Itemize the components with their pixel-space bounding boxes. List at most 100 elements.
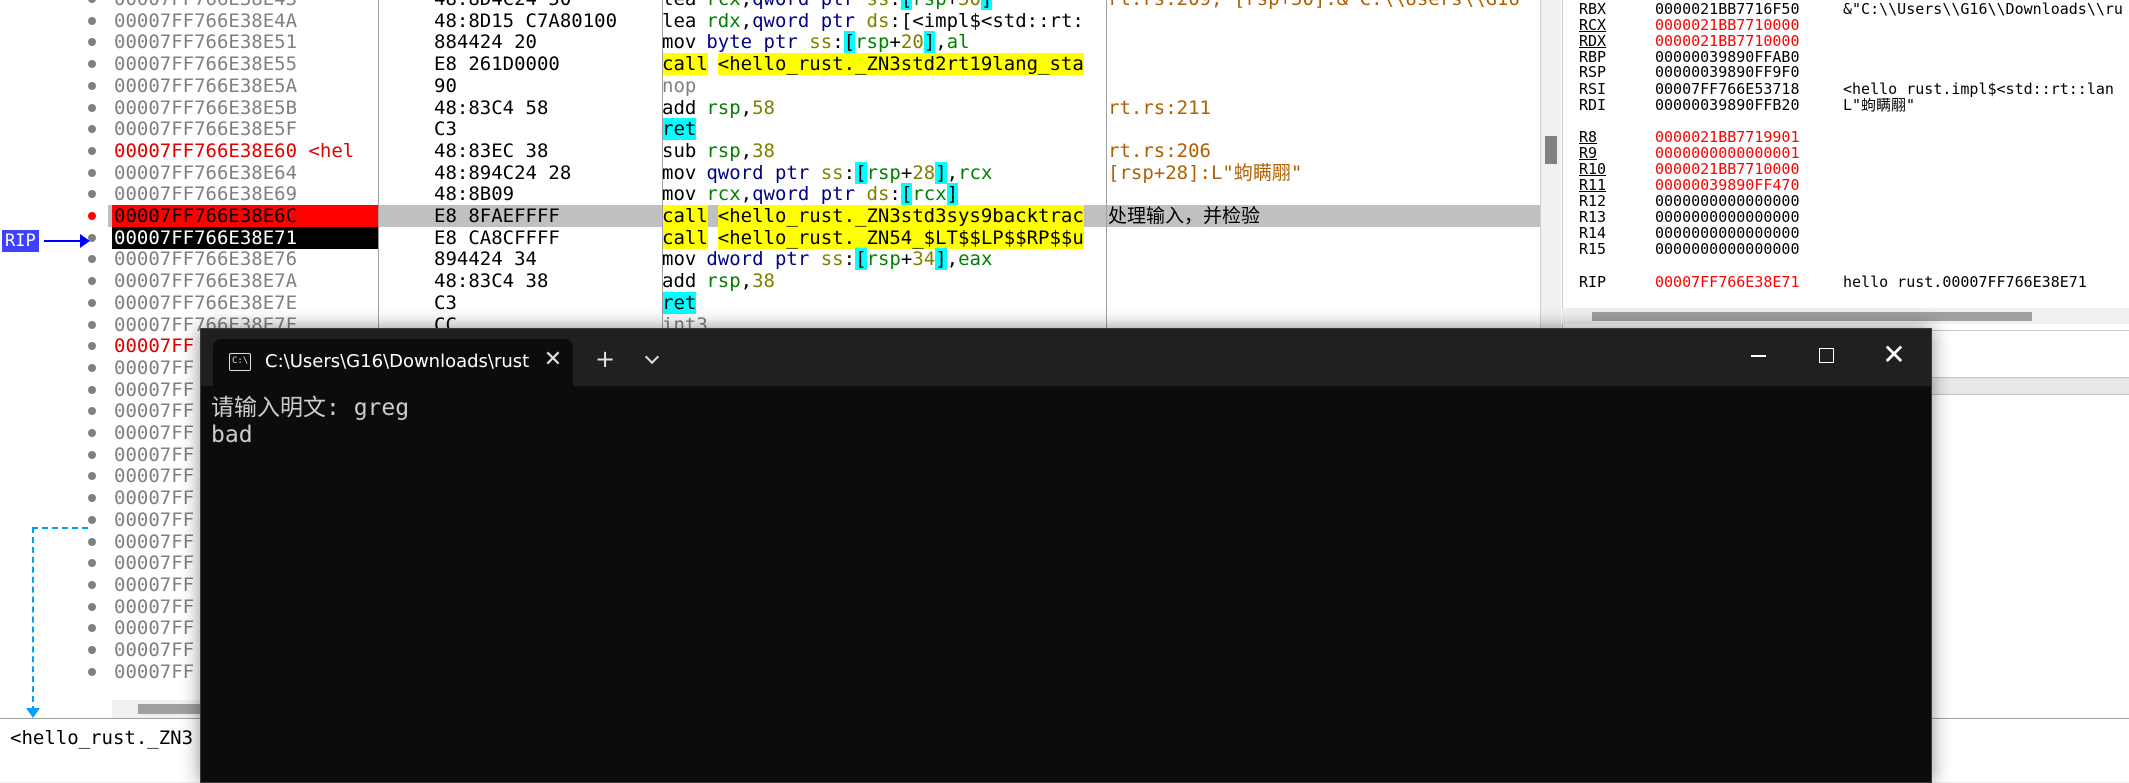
breakpoint-dot-icon[interactable] <box>88 646 96 654</box>
disasm-row[interactable]: 00007FF766E38E7E C3 ret <box>108 291 1540 314</box>
instruction-operands: rcx,qword ptr ds:[rcx] <box>706 183 959 206</box>
breakpoint-dot-icon[interactable] <box>88 342 96 351</box>
minimize-button[interactable] <box>1737 341 1779 371</box>
register-value: 00000039890FF470 <box>1655 176 1800 194</box>
breakpoint-dot-icon[interactable] <box>88 494 96 503</box>
breakpoint-dot-icon[interactable] <box>88 146 96 155</box>
breakpoint-dot-icon[interactable] <box>88 624 96 633</box>
breakpoint-dot-icon[interactable] <box>88 190 96 199</box>
disasm-row[interactable]: 00007FF766E38E51 884424 20 mov byte ptr ss:… <box>108 31 1540 54</box>
instruction-address: 00007FF766E38E5A <box>114 74 298 97</box>
register-value: 00000039890FFB20 <box>1655 96 1800 114</box>
breakpoint-dot-icon[interactable] <box>88 363 96 372</box>
jump-arrow-head-icon <box>26 708 40 718</box>
breakpoint-dot-icon[interactable] <box>88 559 96 568</box>
register-comment: L"蚼瞒翢" <box>1843 98 1916 113</box>
breakpoint-dot-icon[interactable] <box>88 320 96 329</box>
breakpoint-dot-icon[interactable] <box>88 168 96 177</box>
terminal-icon: C:\ <box>229 353 251 371</box>
breakpoint-dot-icon[interactable] <box>88 212 96 220</box>
register-comment: <hello_rust.impl$<std::rt::lan <box>1843 82 2114 97</box>
terminal-output[interactable]: 请输入明文: greg bad <box>211 395 1911 775</box>
breakpoint-dot-icon[interactable] <box>88 385 96 394</box>
breakpoint-dot-icon[interactable] <box>88 580 96 589</box>
disasm-row[interactable]: 00007FF766E38E5F C3 ret <box>108 118 1540 141</box>
register-value: 0000000000000000 <box>1655 240 1800 258</box>
breakpoint-dot-icon[interactable] <box>88 429 96 437</box>
instruction-mnemonic: mov <box>662 183 697 206</box>
instruction-mnemonic: call <box>662 226 708 249</box>
register-comment: &"C:\\Users\\G16\\Downloads\\ru <box>1843 2 2123 17</box>
instruction-mnemonic: ret <box>662 291 697 314</box>
terminal-titlebar[interactable]: C:\ C:\Users\G16\Downloads\rust ✕ + ✕ <box>201 329 1931 386</box>
breakpoint-dot-icon[interactable] <box>88 60 96 69</box>
instruction-operands: dword ptr ss:[rsp+34],eax <box>706 248 993 271</box>
breakpoint-dot-icon[interactable] <box>88 277 96 286</box>
disasm-row[interactable]: 00007FF766E38E55 E8 261D0000 call <hello_ru… <box>108 53 1540 76</box>
disasm-row[interactable]: 00007FF766E38E5A 90 nop <box>108 75 1540 97</box>
disasm-row[interactable]: 00007FF766E38E6C E8 8FAEFFFF call <hello_ru… <box>108 205 1540 227</box>
register-value: 0000021BB7710000 <box>1655 16 1800 34</box>
terminal-tab-title: C:\Users\G16\Downloads\rust <box>265 351 530 372</box>
disasm-row[interactable]: 00007FF766E38E76 894424 34 mov dword ptr ss… <box>108 248 1540 271</box>
maximize-button[interactable] <box>1805 341 1847 371</box>
instruction-text: mov byte ptr ss:[rsp+20],al <box>662 31 1208 54</box>
instruction-address: 00007FF766E38E51 <box>114 31 298 54</box>
instruction-address: 00007FF766E38E5B <box>114 96 298 119</box>
jump-arrow-line <box>32 527 88 529</box>
breakpoint-dot-icon[interactable] <box>88 450 96 459</box>
breakpoint-dot-icon[interactable] <box>88 0 96 3</box>
breakpoint-dot-icon[interactable] <box>88 602 96 611</box>
register-value: 0000000000000001 <box>1655 144 1800 162</box>
instruction-comment: [rsp+28]:L"蚼瞒翢" <box>1108 161 1303 184</box>
instruction-text: call <hello_rust._ZN54_$LT$$LP$$RP$$u <box>662 226 1208 249</box>
breakpoint-gutter[interactable] <box>0 0 109 718</box>
breakpoint-dot-icon[interactable] <box>88 298 96 307</box>
register-name: RBX <box>1579 0 1607 18</box>
instruction-comment: 处理输入，并检验 <box>1108 205 1261 227</box>
vscroll-thumb[interactable] <box>1545 136 1557 164</box>
breakpoint-dot-icon[interactable] <box>88 472 96 481</box>
instruction-operands: <hello_rust._ZN3std3sys9backtrac <box>717 205 1084 227</box>
disasm-row[interactable]: 00007FF766E38E71 E8 CA8CFFFF call <hello_ru… <box>108 226 1540 249</box>
disasm-row[interactable]: 00007FF766E38E69 48:8B09 mov rcx,qword ptr … <box>108 183 1540 206</box>
new-tab-button[interactable]: + <box>595 347 615 371</box>
breakpoint-dot-icon[interactable] <box>88 667 96 676</box>
terminal-tab[interactable]: C:\ C:\Users\G16\Downloads\rust ✕ <box>213 339 573 386</box>
register-comment: hello_rust.00007FF766E38E71 <box>1843 275 2087 290</box>
breakpoint-dot-icon[interactable] <box>88 125 96 134</box>
breakpoint-dot-icon[interactable] <box>88 81 96 90</box>
breakpoint-dot-icon[interactable] <box>88 537 96 546</box>
disasm-row[interactable]: 00007FF766E38E5B 48:83C4 58 add rsp,58 rt.rs… <box>108 97 1540 119</box>
disasm-row[interactable]: 00007FF766E38E64 48:894C24 28 mov qword ptr… <box>108 161 1540 184</box>
breakpoint-dot-icon[interactable] <box>88 515 96 524</box>
terminal-window[interactable]: C:\ C:\Users\G16\Downloads\rust ✕ + ✕ 请输… <box>200 328 1932 783</box>
breakpoint-dot-icon[interactable] <box>88 16 96 25</box>
breakpoint-dot-icon[interactable] <box>88 103 96 112</box>
disasm-row[interactable]: 00007FF766E38E60 <hel 48:83EC 38 sub rsp,38… <box>108 140 1540 162</box>
instruction-address: 00007FF766E38E71 <box>112 226 378 249</box>
instruction-operands: rsp,58 <box>706 96 775 119</box>
close-window-button[interactable]: ✕ <box>1873 337 1915 373</box>
register-value: 00007FF766E53718 <box>1655 80 1800 98</box>
instruction-operands: <hello_rust._ZN3std2rt19lang_sta <box>717 53 1084 76</box>
disasm-row[interactable]: 00007FF766E38E7A 48:83C4 38 add rsp,38 <box>108 270 1540 292</box>
register-name: R15 <box>1579 240 1607 258</box>
instruction-mnemonic: lea <box>662 0 696 10</box>
register-value: 0000000000000000 <box>1655 224 1800 242</box>
instruction-operands: rsp,38 <box>706 139 775 162</box>
breakpoint-dot-icon[interactable] <box>88 407 96 416</box>
chevron-down-icon[interactable] <box>641 349 665 369</box>
registers-hscrollbar[interactable] <box>1562 308 2129 324</box>
register-name: R9 <box>1579 144 1598 162</box>
register-value: 0000021BB7710000 <box>1655 32 1800 50</box>
disasm-row[interactable]: 00007FF766E38E4348:8D4C24 50learcx,qword… <box>108 0 1540 10</box>
breakpoint-dot-icon[interactable] <box>88 38 96 47</box>
registers-panel[interactable]: RBX 0000021BB7716F50 &"C:\\Users\\G16\\Dow… <box>1562 0 2129 330</box>
registers-scroll-thumb[interactable] <box>1592 312 2032 321</box>
instruction-mnemonic: call <box>662 205 708 227</box>
breakpoint-dot-icon[interactable] <box>88 255 96 264</box>
close-tab-icon[interactable]: ✕ <box>541 347 565 372</box>
disasm-row[interactable]: 00007FF766E38E4A 48:8D15 C7A80100 lea rdx,q… <box>108 10 1540 32</box>
instruction-address: 00007FF766E38E7A <box>114 270 298 293</box>
